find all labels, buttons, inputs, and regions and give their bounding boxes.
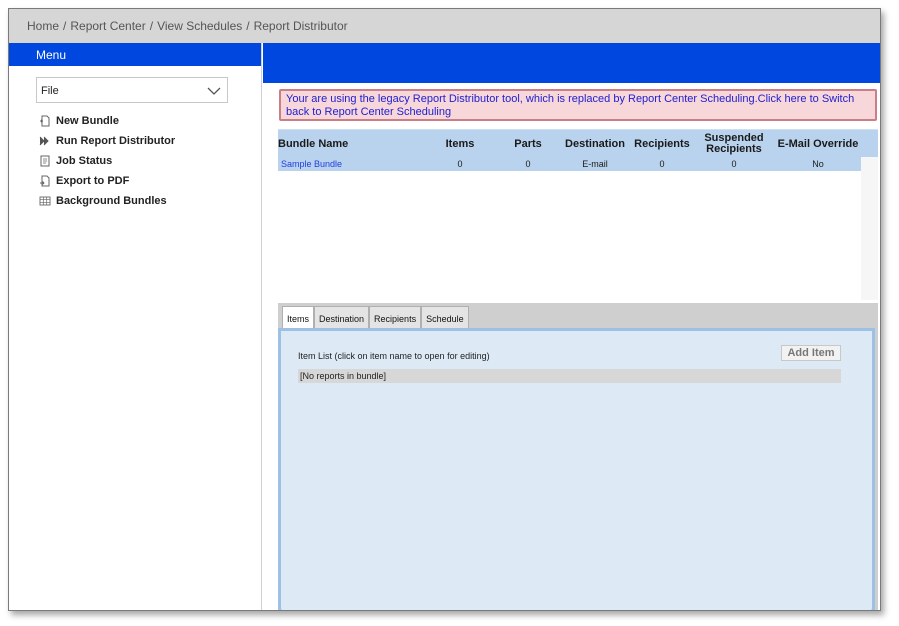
grid-scrollbar[interactable] bbox=[861, 157, 878, 300]
column-email-override[interactable]: E-Mail Override bbox=[776, 130, 860, 158]
column-suspended-recipients[interactable]: Suspended Recipients bbox=[696, 130, 772, 158]
sidebar-item-background-bundles[interactable]: Background Bundles bbox=[39, 191, 175, 211]
sidebar-menu: New Bundle Run Report Distributor Job St… bbox=[39, 111, 175, 211]
cell-parts: 0 bbox=[525, 159, 531, 169]
column-recipients[interactable]: Recipients bbox=[631, 130, 693, 158]
grid-header: Bundle Name Items Parts Destination Reci… bbox=[278, 129, 878, 157]
job-status-icon bbox=[40, 155, 50, 167]
sidebar: Menu File New Bundle Run Report Distribu… bbox=[9, 43, 262, 610]
header-bar bbox=[263, 43, 880, 83]
menu-header: Menu bbox=[9, 43, 261, 66]
bundle-grid: Bundle Name Items Parts Destination Reci… bbox=[278, 129, 878, 300]
column-items[interactable]: Items bbox=[428, 130, 492, 158]
add-item-button[interactable]: Add Item bbox=[781, 345, 841, 361]
bundle-name-link[interactable]: Sample Bundle bbox=[278, 157, 418, 171]
breadcrumb-report-center[interactable]: Report Center bbox=[70, 19, 145, 33]
sidebar-item-run-report-distributor[interactable]: Run Report Distributor bbox=[39, 131, 175, 151]
breadcrumb-current: Report Distributor bbox=[253, 19, 348, 33]
breadcrumb: Home / Report Center / View Schedules / Report… bbox=[9, 9, 880, 43]
sidebar-item-label: Run Report Distributor bbox=[56, 135, 176, 147]
column-bundle-name[interactable]: Bundle Name bbox=[278, 130, 362, 158]
main-content: Your are using the legacy Report Distrib… bbox=[263, 43, 880, 610]
tab-strip: Items Destination Recipients Schedule bbox=[282, 306, 469, 328]
file-dropdown-value: File bbox=[41, 85, 59, 97]
legacy-notice-link[interactable]: Your are using the legacy Report Distrib… bbox=[279, 89, 877, 121]
tab-items[interactable]: Items bbox=[282, 306, 315, 328]
item-list-label: Item List (click on item name to open fo… bbox=[298, 351, 490, 361]
cell-email-override: No bbox=[812, 159, 824, 169]
cell-items: 0 bbox=[457, 159, 463, 169]
grid-icon bbox=[39, 196, 51, 206]
sidebar-item-new-bundle[interactable]: New Bundle bbox=[39, 111, 175, 131]
tabs-area: Items Destination Recipients Schedule It… bbox=[278, 303, 878, 610]
column-parts[interactable]: Parts bbox=[496, 130, 560, 158]
sidebar-item-label: Background Bundles bbox=[56, 195, 167, 207]
chevron-down-icon bbox=[207, 87, 221, 95]
app-window: Home / Report Center / View Schedules / Report… bbox=[8, 8, 881, 611]
breadcrumb-home[interactable]: Home bbox=[27, 19, 59, 33]
sidebar-item-job-status[interactable]: Job Status bbox=[39, 151, 175, 171]
cell-recipients: 0 bbox=[659, 159, 665, 169]
sidebar-item-label: New Bundle bbox=[56, 115, 119, 127]
breadcrumb-view-schedules[interactable]: View Schedules bbox=[157, 19, 242, 33]
sidebar-item-export-pdf[interactable]: Export to PDF bbox=[39, 171, 175, 191]
cell-suspended: 0 bbox=[731, 159, 737, 169]
column-destination[interactable]: Destination bbox=[561, 130, 629, 158]
tab-destination[interactable]: Destination bbox=[314, 306, 370, 328]
sidebar-item-label: Export to PDF bbox=[56, 175, 130, 187]
table-row[interactable]: Sample Bundle 0 0 E-mail 0 0 No bbox=[278, 157, 861, 171]
tab-recipients[interactable]: Recipients bbox=[369, 306, 422, 328]
pdf-export-icon bbox=[40, 175, 50, 187]
items-panel: Item List (click on item name to open fo… bbox=[278, 328, 875, 610]
new-bundle-icon bbox=[40, 115, 50, 127]
cell-destination: E-mail bbox=[582, 159, 608, 169]
tab-schedule[interactable]: Schedule bbox=[421, 306, 469, 328]
sidebar-item-label: Job Status bbox=[56, 155, 113, 167]
file-dropdown[interactable]: File bbox=[36, 77, 228, 103]
run-icon bbox=[39, 136, 49, 146]
list-item: [No reports in bundle] bbox=[298, 369, 841, 383]
